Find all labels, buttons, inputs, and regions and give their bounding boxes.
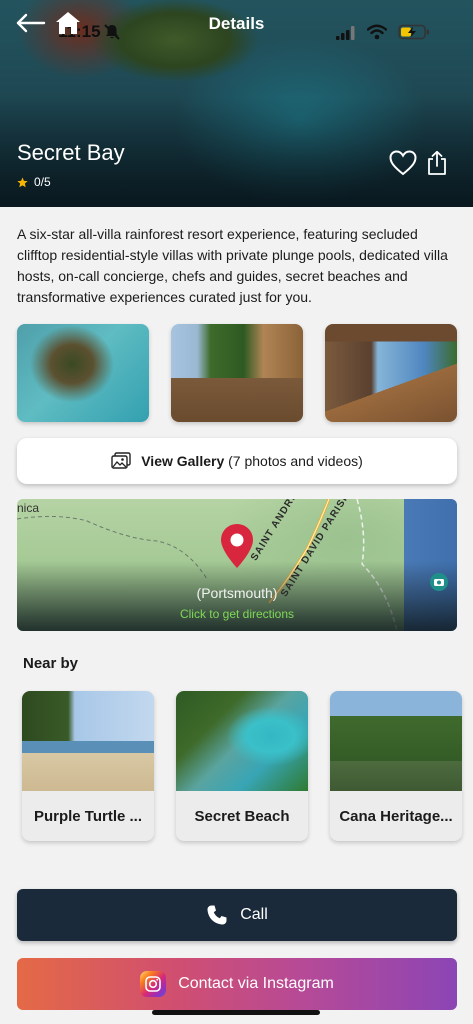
- phone-icon: [207, 905, 227, 925]
- nearby-card-name: Secret Beach: [194, 807, 290, 825]
- view-gallery-button[interactable]: View Gallery (7 photos and videos): [17, 438, 457, 484]
- home-indicator: [152, 1010, 320, 1015]
- photo-thumbnail[interactable]: [325, 324, 457, 422]
- place-rating: 0/5: [17, 175, 51, 189]
- map-pin-icon: [221, 524, 253, 568]
- nearby-card-name: Purple Turtle ...: [33, 807, 143, 825]
- call-button[interactable]: Call: [17, 889, 457, 941]
- directions-link[interactable]: Click to get directions: [17, 607, 457, 621]
- location-map[interactable]: nica SAINT ANDREW PARISH SAINT DAVID PAR…: [17, 499, 457, 631]
- photo-thumbnail[interactable]: [171, 324, 303, 422]
- nearby-card-image: [330, 691, 462, 791]
- nearby-card[interactable]: Secret Beach: [176, 691, 308, 841]
- nearby-card[interactable]: Purple Turtle ...: [22, 691, 154, 841]
- photo-thumbnails: [17, 324, 457, 422]
- nearby-card[interactable]: Cana Heritage...: [330, 691, 462, 841]
- photo-thumbnail[interactable]: [17, 324, 149, 422]
- page-title: Details: [208, 14, 265, 33]
- share-icon[interactable]: [426, 150, 448, 176]
- nearby-card-image: [22, 691, 154, 791]
- gallery-icon: [111, 452, 131, 469]
- heart-icon[interactable]: [389, 150, 417, 176]
- nearby-heading: Near by: [23, 655, 79, 672]
- place-description: A six-star all-villa rainforest resort e…: [17, 226, 448, 305]
- details-screen: 11:15 Details Secret Bay 0/5 A six-star …: [0, 0, 473, 1024]
- map-location-name: (Portsmouth): [196, 585, 278, 601]
- map-region-label: nica: [17, 501, 40, 515]
- call-label: Call: [240, 906, 268, 923]
- instagram-label: Contact via Instagram: [178, 975, 334, 992]
- star-icon: [17, 176, 28, 187]
- nearby-card-image: [176, 691, 308, 791]
- instagram-contact-button[interactable]: Contact via Instagram: [17, 958, 457, 1010]
- rating-value: 0/5: [34, 175, 51, 189]
- place-name: Secret Bay: [17, 140, 125, 165]
- instagram-icon: [140, 971, 167, 997]
- gallery-label: View Gallery: [141, 453, 225, 469]
- gallery-count: (7 photos and videos): [228, 453, 363, 469]
- nearby-card-name: Cana Heritage...: [339, 807, 453, 825]
